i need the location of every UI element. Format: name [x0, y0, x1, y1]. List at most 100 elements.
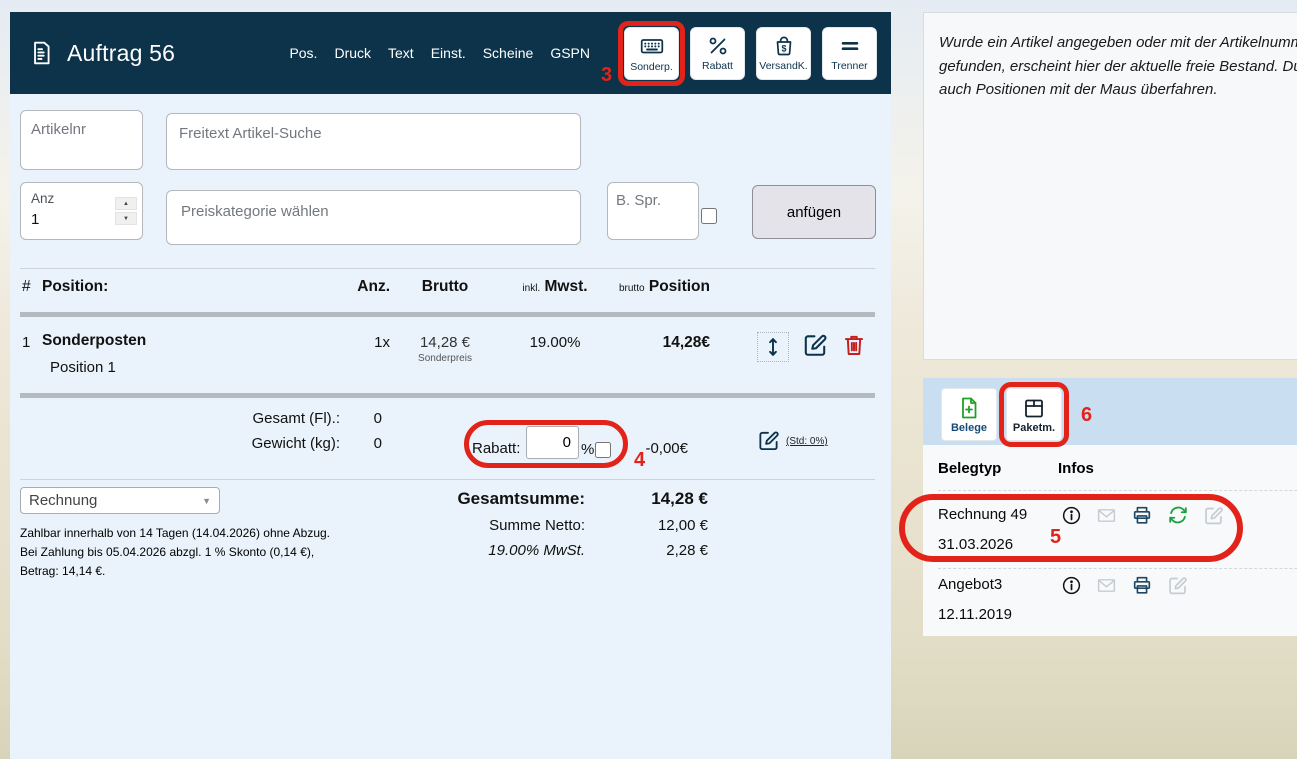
page-title: Auftrag 56	[67, 40, 175, 67]
position-name: Sonderposten	[42, 332, 310, 350]
bspr-checkbox[interactable]	[701, 208, 717, 224]
app-header: Auftrag 56 Pos. Druck Text Einst. Schein…	[10, 12, 891, 94]
col-num: #	[20, 278, 42, 296]
rabatt-button[interactable]: Rabatt	[690, 27, 745, 80]
edit-rabatt-button[interactable]	[757, 429, 780, 452]
mail-icon[interactable]	[1096, 505, 1117, 526]
gewicht-value: 0	[320, 435, 382, 452]
anzahl-label: Anz	[31, 191, 54, 206]
package-icon	[1022, 396, 1046, 420]
beleg-row-date: 31.03.2026	[938, 536, 1013, 553]
document-icon	[28, 40, 54, 66]
document-plus-icon	[957, 396, 981, 420]
rabatt-amount: -0,00€	[610, 440, 688, 457]
annotation-number-3: 3	[601, 64, 612, 87]
position-anz: 1x	[310, 332, 390, 351]
bspr-input[interactable]	[607, 182, 699, 240]
mwst-label: 19.00% MwSt.	[375, 542, 585, 559]
anzahl-up-button[interactable]: ▲	[115, 197, 137, 210]
anzahl-stepper[interactable]: Anz 1 ▲ ▼	[20, 182, 143, 240]
gewicht-label: Gewicht (kg):	[190, 435, 340, 452]
freitext-suche-input[interactable]	[166, 113, 581, 170]
positions-header-row: # Position: Anz. Brutto inkl. Mwst. brut…	[20, 278, 875, 296]
position-brutto: 14,28 €	[390, 334, 500, 351]
edit-icon	[757, 429, 780, 452]
versandkosten-button[interactable]: $ VersandK.	[756, 27, 811, 80]
anfuegen-button[interactable]: anfügen	[752, 185, 876, 239]
tab-paketm[interactable]: Paketm.	[1006, 388, 1062, 441]
mwst-value: 2,28 €	[568, 542, 708, 559]
nav-item-scheine[interactable]: Scheine	[483, 45, 534, 61]
up-down-arrow-icon	[762, 335, 784, 359]
chevron-down-icon: ▼	[202, 496, 211, 506]
beleg-row-type[interactable]: Rechnung 49	[938, 506, 1027, 523]
artikelnr-input[interactable]	[20, 110, 143, 170]
edit-sign-icon[interactable]	[1167, 575, 1188, 596]
nav-item-text[interactable]: Text	[388, 45, 414, 61]
position-total: 14,28€	[610, 332, 710, 352]
divider	[20, 479, 875, 480]
annotation-number-5: 5	[1050, 526, 1061, 549]
anzahl-value: 1	[31, 211, 39, 228]
bestand-info-panel: Wurde ein Artikel angegeben oder mit der…	[923, 12, 1297, 360]
col-anz: Anz.	[310, 278, 390, 296]
gesamt-label: Gesamt (Fl).:	[190, 410, 340, 427]
col-belegtyp: Belegtyp	[938, 460, 1001, 477]
gesamtsumme-value: 14,28 €	[568, 489, 708, 509]
divider-thick	[20, 312, 875, 317]
edit-icon	[802, 332, 828, 358]
edit-sign-icon[interactable]	[1203, 505, 1224, 526]
beleg-row-date: 12.11.2019	[938, 606, 1012, 623]
keyboard-icon	[639, 33, 665, 59]
col-pos-total: brutto Position	[610, 278, 710, 296]
anzahl-down-button[interactable]: ▼	[115, 212, 137, 225]
annotation-number-4: 4	[634, 449, 645, 472]
percent-icon	[706, 34, 730, 58]
belege-panel: Belege Paketm. 6 Belegtyp Infos 5 Rechnu…	[923, 378, 1297, 636]
shipping-bag-dollar-icon: $	[772, 34, 796, 58]
nav-item-gspn[interactable]: GSPN	[550, 45, 590, 61]
top-nav: Pos. Druck Text Einst. Scheine GSPN	[289, 45, 590, 61]
rabatt-checkbox[interactable]	[595, 442, 611, 458]
mail-icon[interactable]	[1096, 575, 1117, 596]
info-icon[interactable]	[1061, 575, 1082, 596]
svg-text:$: $	[781, 43, 786, 53]
trash-icon	[841, 332, 867, 358]
nav-item-druck[interactable]: Druck	[334, 45, 371, 61]
delete-position-button[interactable]	[841, 332, 867, 358]
info-icon[interactable]	[1061, 505, 1082, 526]
col-position: Position:	[42, 278, 310, 296]
position-row: 1 Sonderposten Position 1 1x 14,28 € Son…	[20, 332, 875, 376]
position-num: 1	[20, 332, 42, 351]
trenner-button[interactable]: Trenner	[822, 27, 877, 80]
divider	[938, 490, 1297, 491]
netto-label: Summe Netto:	[375, 517, 585, 534]
preiskategorie-select[interactable]	[166, 190, 581, 245]
tab-belege[interactable]: Belege	[941, 388, 997, 441]
divider-thick	[20, 393, 875, 398]
position-subtitle: Position 1	[50, 359, 310, 376]
move-position-button[interactable]	[757, 332, 789, 362]
rabatt-label: Rabatt:	[472, 440, 524, 457]
position-mwst: 19.00%	[500, 332, 610, 351]
nav-item-pos[interactable]: Pos.	[289, 45, 317, 61]
print-icon[interactable]	[1131, 574, 1153, 596]
netto-value: 12,00 €	[568, 517, 708, 534]
sonderposten-button[interactable]: 3 Sonderp.	[624, 27, 679, 80]
nav-item-einst[interactable]: Einst.	[431, 45, 466, 61]
order-panel: Auftrag 56 Pos. Druck Text Einst. Schein…	[10, 12, 891, 759]
payment-terms: Zahlbar innerhalb von 14 Tagen (14.04.20…	[20, 524, 330, 581]
beleg-row-type[interactable]: Angebot3	[938, 576, 1002, 593]
separator-lines-icon	[838, 34, 862, 58]
rabatt-unit: %	[581, 441, 595, 458]
col-mwst: inkl. Mwst.	[500, 278, 610, 296]
gesamtsumme-label: Gesamtsumme:	[375, 489, 585, 509]
belegtyp-select[interactable]: Rechnung ▼	[20, 487, 220, 514]
rabatt-std-note[interactable]: (Std: 0%)	[786, 436, 828, 447]
gesamt-value: 0	[320, 410, 382, 427]
col-infos: Infos	[1058, 460, 1094, 477]
print-icon[interactable]	[1131, 504, 1153, 526]
refresh-icon[interactable]	[1167, 504, 1189, 526]
edit-position-button[interactable]	[802, 332, 828, 358]
rabatt-input[interactable]	[526, 426, 579, 459]
